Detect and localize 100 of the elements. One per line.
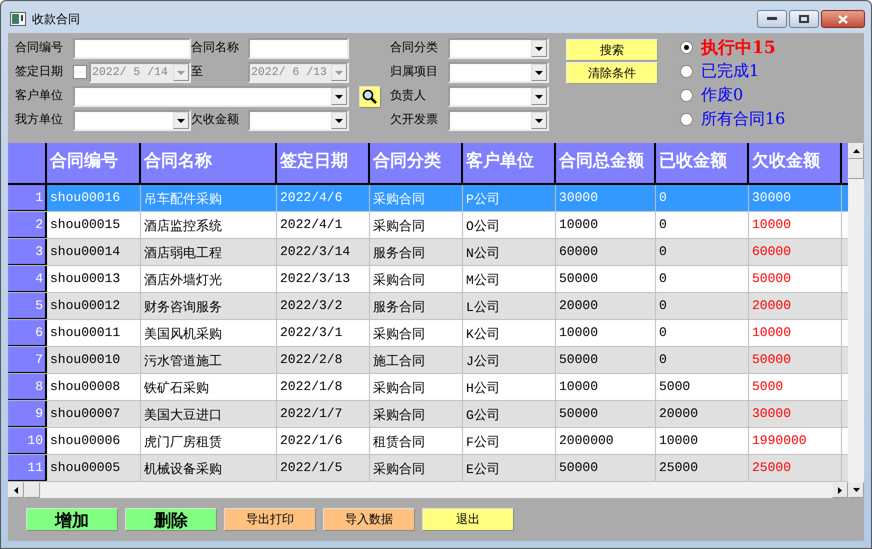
table-cell: 50000 [556,347,656,373]
field-label: 至 [191,63,204,80]
table-cell: 10000 [556,320,656,346]
row-number[interactable]: 6 [8,320,47,346]
status-radio[interactable]: 作废0 [680,83,786,107]
action-button[interactable]: 搜索 [566,39,658,61]
command-button[interactable]: 导出打印 [224,508,316,531]
table-cell: 租赁合同 [370,428,463,454]
status-radio[interactable]: 已完成1 [680,59,786,83]
column-header[interactable]: 合同编号 [47,143,141,183]
column-header[interactable]: 签定日期 [277,143,370,183]
table-cell: 采购合同 [370,266,463,292]
table-cell: 虎门厂房租赁 [141,428,277,454]
table-cell: 2022/3/1 [277,320,370,346]
table-cell: 铁矿石采购 [141,374,277,400]
combo-box[interactable] [73,110,191,131]
table-cell: G公司 [463,401,556,427]
scroll-down-icon [852,488,860,492]
table-cell: 30000 [749,401,842,427]
table-cell: 20000 [749,293,842,319]
search-button[interactable] [359,86,381,108]
table-cell: 机械设备采购 [141,455,277,481]
field-label: 签定日期 [15,63,64,80]
column-header[interactable]: 欠收金额 [749,143,842,183]
table-cell: M公司 [463,266,556,292]
table-cell: 20000 [656,401,749,427]
combo-box[interactable] [248,110,349,131]
dropdown-arrow-icon [335,70,343,74]
row-number[interactable]: 8 [8,374,47,400]
table-cell: 0 [656,347,749,373]
close-button[interactable] [821,10,865,28]
row-number[interactable]: 2 [8,212,47,238]
text-field[interactable] [248,38,349,59]
table-cell: 10000 [556,374,656,400]
minimize-icon [767,17,777,21]
combo-box[interactable] [448,38,549,59]
minimize-button[interactable] [757,10,787,28]
table-cell: 25000 [749,455,842,481]
combo-box[interactable] [448,62,549,83]
table-cell: 酒店弱电工程 [141,239,277,265]
command-button[interactable]: 增加 [26,508,118,531]
horizontal-scrollbar[interactable] [8,482,848,498]
row-number[interactable]: 5 [8,293,47,319]
table-cell: 2022/4/6 [277,185,370,211]
field-label: 归属项目 [390,63,439,80]
table-cell: 30000 [556,185,656,211]
scroll-right-icon [838,486,842,494]
action-button[interactable]: 清除条件 [566,62,658,84]
search-icon [362,89,378,105]
command-button[interactable]: 导入数据 [323,508,415,531]
scroll-thumb[interactable] [24,482,40,498]
row-number[interactable]: 9 [8,401,47,427]
table-cell: shou00005 [47,455,141,481]
table-cell: 2022/2/8 [277,347,370,373]
table-cell: shou00006 [47,428,141,454]
command-button[interactable]: 删除 [125,508,217,531]
table-cell: 采购合同 [370,374,463,400]
app-icon [10,12,26,26]
row-number[interactable]: 10 [8,428,47,454]
combo-box[interactable] [448,86,549,107]
dropdown-arrow-icon [535,94,543,98]
row-number[interactable]: 7 [8,347,47,373]
table-cell: 吊车配件采购 [141,185,277,211]
table-cell: shou00011 [47,320,141,346]
table-cell: O公司 [463,212,556,238]
table-cell: 50000 [556,401,656,427]
vertical-scrollbar[interactable] [848,143,864,498]
command-button[interactable]: 退出 [422,508,514,531]
table-cell: 5000 [749,374,842,400]
column-header[interactable]: 合同总金额 [556,143,656,183]
table-cell: 2022/3/14 [277,239,370,265]
maximize-button[interactable] [789,10,819,28]
table-cell: 采购合同 [370,185,463,211]
table-cell: 污水管道施工 [141,347,277,373]
table-cell: P公司 [463,185,556,211]
table-cell: F公司 [463,428,556,454]
scroll-thumb[interactable] [848,159,864,179]
scroll-up-icon [852,149,860,153]
status-radio[interactable]: 执行中15 [680,35,786,59]
row-number[interactable]: 11 [8,455,47,481]
table-cell: 10000 [749,212,842,238]
combo-box[interactable] [448,110,549,131]
row-number[interactable]: 4 [8,266,47,292]
row-number[interactable]: 3 [8,239,47,265]
table-cell: 2022/3/13 [277,266,370,292]
dropdown-arrow-icon [535,118,543,122]
status-radio[interactable]: 所有合同16 [680,107,786,131]
text-field[interactable] [73,38,191,59]
column-header[interactable]: 合同名称 [141,143,277,183]
column-header[interactable]: 客户单位 [463,143,556,183]
field-label: 客户单位 [15,87,64,104]
column-header[interactable]: 合同分类 [370,143,463,183]
column-header[interactable]: 已收金额 [656,143,749,183]
table-cell: shou00010 [47,347,141,373]
combo-box[interactable] [73,86,349,107]
table-cell: shou00007 [47,401,141,427]
table-cell: 2022/3/2 [277,293,370,319]
row-number[interactable]: 1 [8,185,47,211]
table-cell: 50000 [749,347,842,373]
table-cell: shou00014 [47,239,141,265]
